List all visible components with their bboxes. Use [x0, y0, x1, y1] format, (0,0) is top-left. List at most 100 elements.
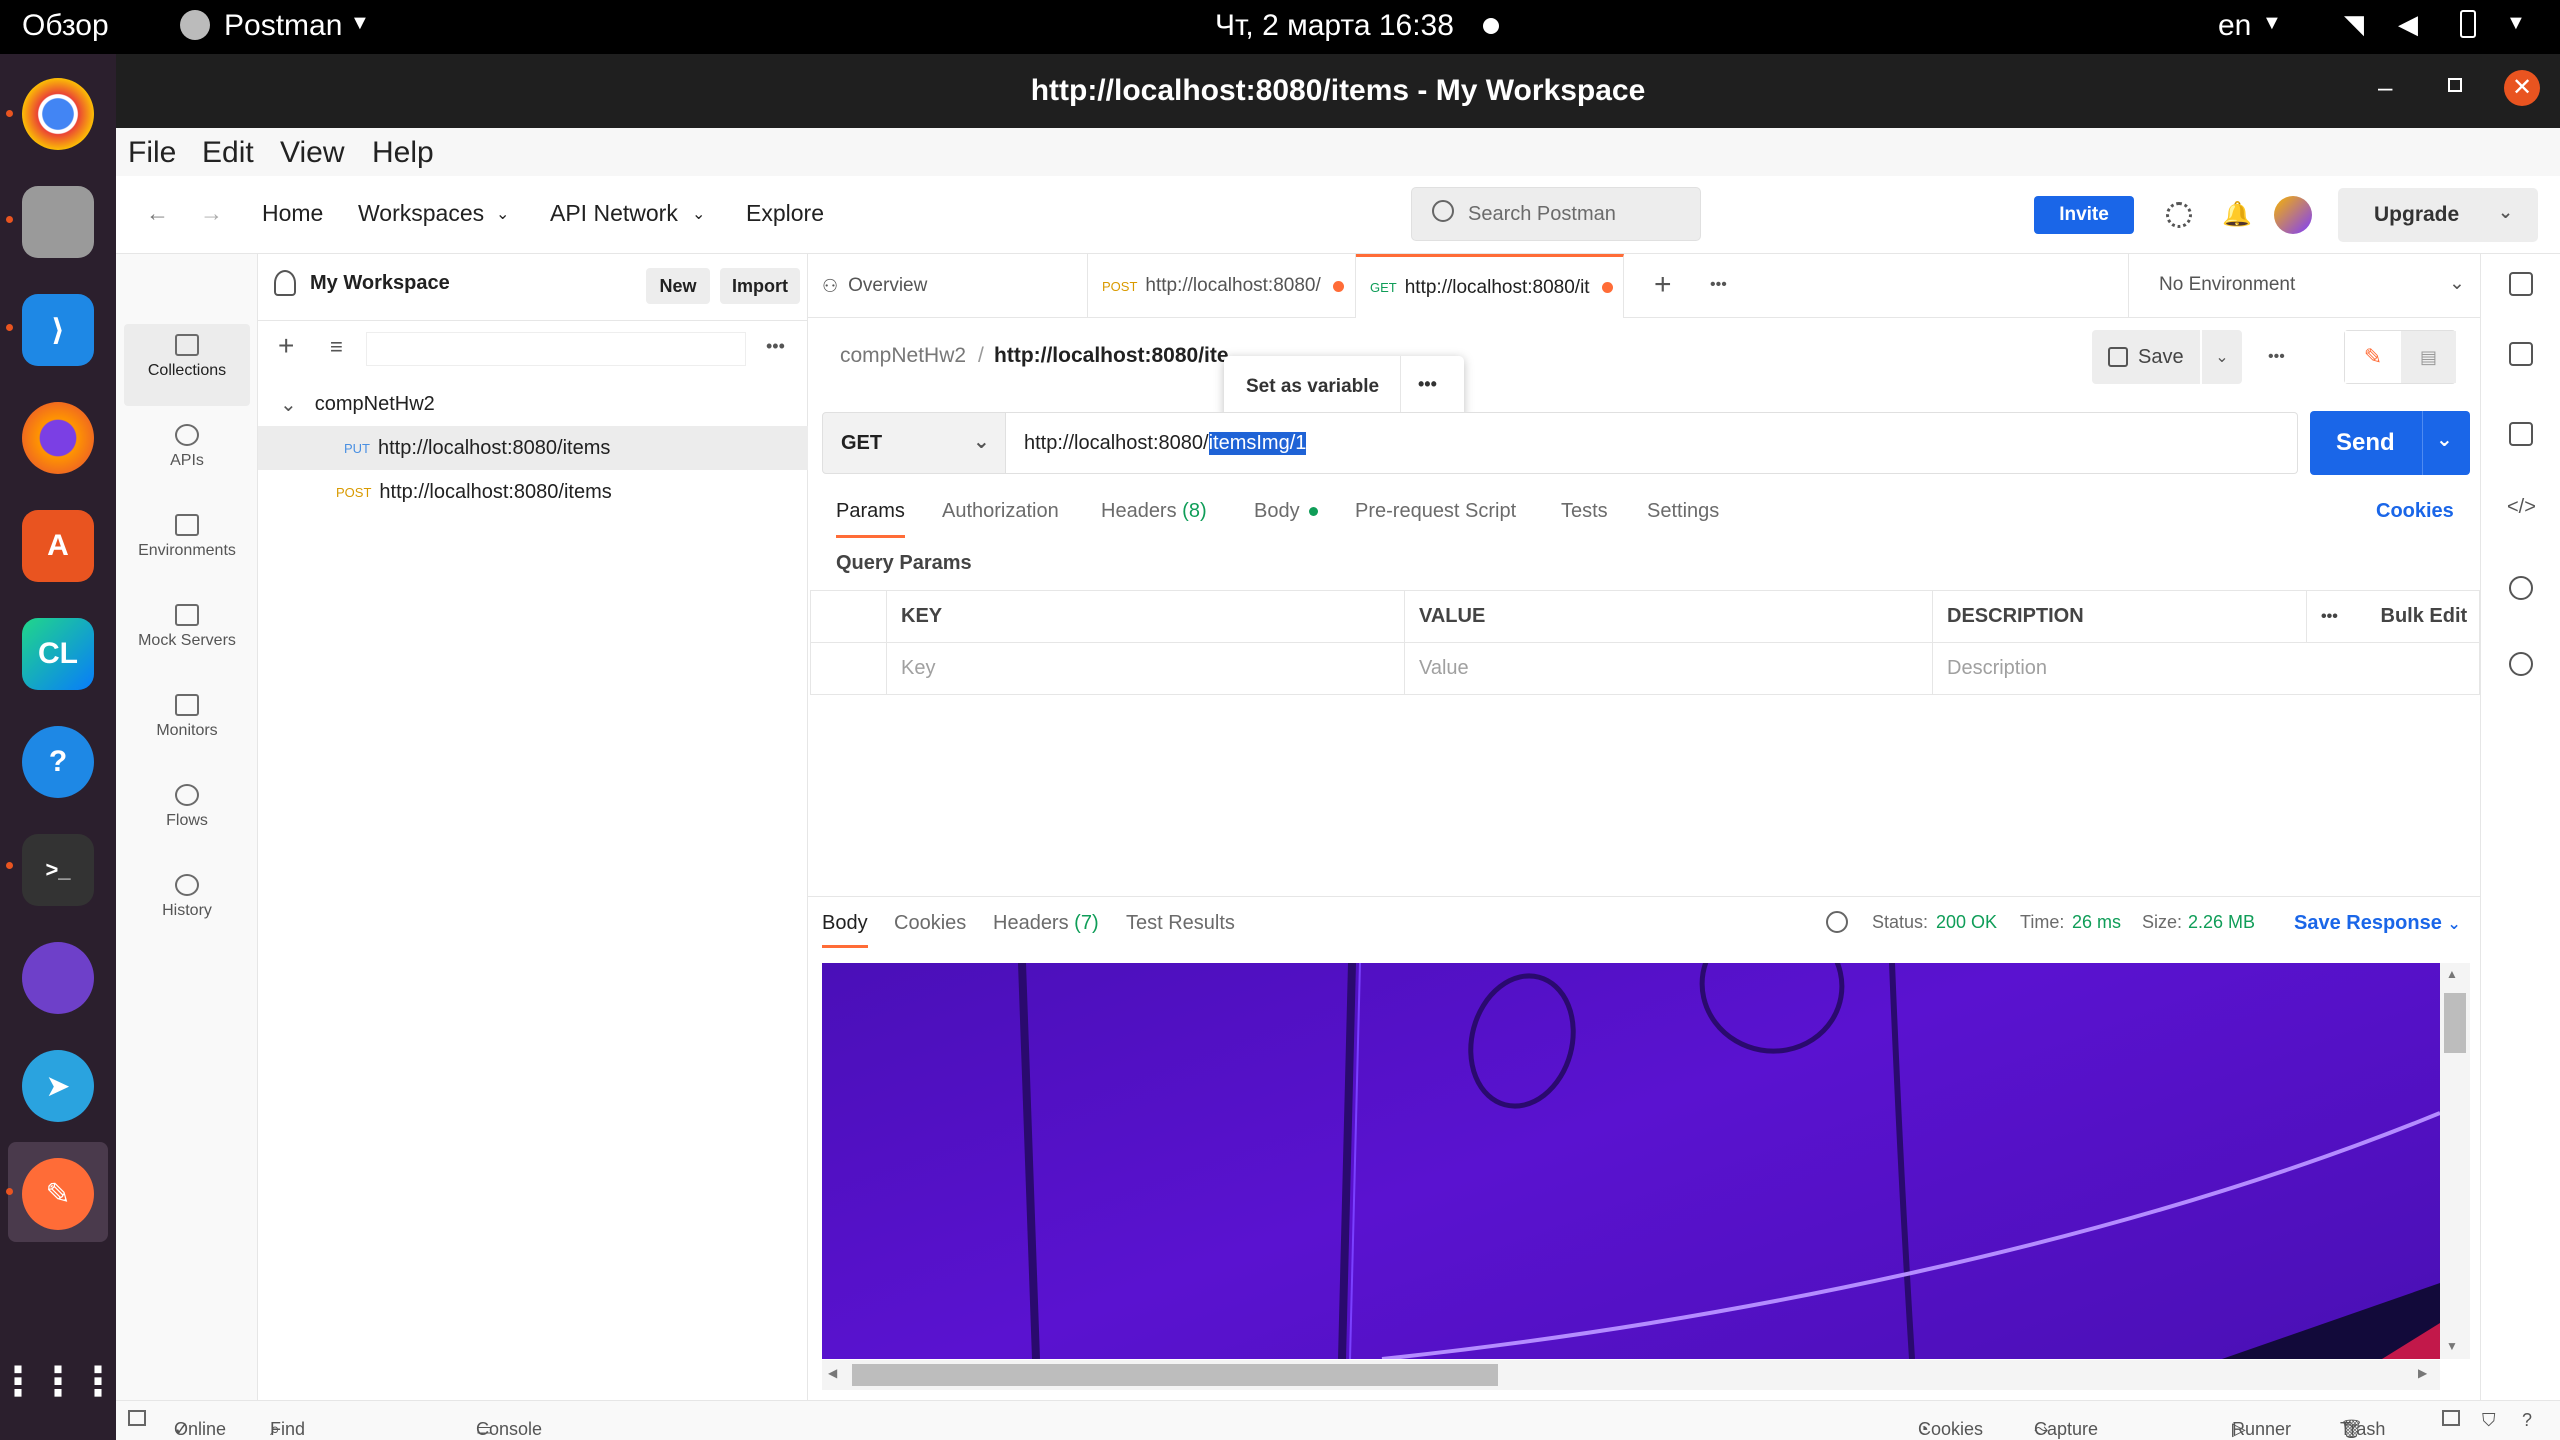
menu-view[interactable]: View	[280, 136, 344, 170]
tab-post-request[interactable]: POST http://localhost:8080/	[1088, 254, 1356, 318]
system-menu-chevron-icon[interactable]: ▼	[2506, 12, 2526, 35]
collection-row[interactable]: ⌄ compNetHw2	[258, 382, 808, 426]
request-item-post[interactable]: POST http://localhost:8080/items	[258, 470, 808, 514]
files-icon[interactable]	[22, 186, 94, 258]
battery-icon[interactable]	[2460, 10, 2476, 38]
lightbulb-icon[interactable]	[2509, 576, 2533, 600]
comment-icon[interactable]: ▤	[2401, 331, 2456, 383]
scroll-left-icon[interactable]: ◀	[828, 1366, 837, 1380]
show-applications-icon[interactable]: ⋮⋮⋮	[0, 1346, 118, 1418]
globe-icon[interactable]	[1826, 911, 1848, 933]
vscode-icon[interactable]: ⟩	[22, 294, 94, 366]
key-input[interactable]: Key	[886, 642, 1405, 695]
minimize-icon[interactable]: –	[2378, 72, 2392, 103]
telegram-icon[interactable]: ➤	[22, 1050, 94, 1122]
rail-apis[interactable]: APIs	[124, 414, 250, 496]
code-icon[interactable]: </>	[2507, 496, 2536, 519]
search-input[interactable]: Search Postman	[1411, 187, 1701, 241]
rail-environments[interactable]: Environments	[124, 504, 250, 586]
back-arrow-icon[interactable]: ←	[146, 200, 169, 227]
filter-input[interactable]	[366, 332, 746, 366]
clock[interactable]: Чт, 2 марта 16:38	[1215, 9, 1454, 43]
edit-pencil-icon[interactable]: ✎	[2345, 331, 2401, 383]
size-value[interactable]: 2.26 MB	[2188, 912, 2255, 933]
nav-home[interactable]: Home	[262, 200, 323, 227]
wifi-icon[interactable]: ◥	[2344, 9, 2364, 40]
more-options-icon[interactable]: •••	[2268, 348, 2285, 366]
notifications-bell-icon[interactable]: 🔔	[2222, 200, 2252, 229]
more-options-icon[interactable]: •••	[766, 336, 785, 357]
menu-help[interactable]: Help	[372, 136, 434, 170]
time-value[interactable]: 26 ms	[2072, 912, 2121, 933]
breadcrumb-collection[interactable]: compNetHw2	[840, 344, 966, 368]
activities-button[interactable]: Обзор	[22, 9, 109, 43]
avatar[interactable]	[2274, 196, 2312, 234]
method-select[interactable]: GET ⌄	[822, 412, 1006, 474]
workspace-name[interactable]: My Workspace	[310, 272, 450, 295]
help-icon[interactable]: ?	[2522, 1410, 2532, 1431]
breadcrumb-request-name[interactable]: http://localhost:8080/ite	[994, 344, 1229, 368]
chevron-down-icon[interactable]: ⌄	[2436, 427, 2453, 452]
nav-explore[interactable]: Explore	[746, 200, 824, 227]
save-response-button[interactable]: Save Response ⌄	[2294, 912, 2461, 935]
scrollbar-thumb[interactable]	[852, 1364, 1498, 1386]
environment-quick-look-icon[interactable]	[2509, 272, 2533, 296]
scroll-up-icon[interactable]: ▲	[2446, 967, 2458, 981]
more-options-icon[interactable]: •••	[2306, 590, 2367, 643]
chevron-down-icon[interactable]: ⌄	[2498, 202, 2513, 223]
terminal-icon[interactable]: >_	[22, 834, 94, 906]
documentation-icon[interactable]	[2509, 342, 2533, 366]
language-indicator[interactable]: en	[2218, 9, 2251, 43]
cookies-link[interactable]: Cookies	[2376, 500, 2454, 523]
chrome-icon[interactable]	[22, 78, 94, 150]
send-button[interactable]: Send ⌄	[2310, 411, 2470, 475]
settings-gear-icon[interactable]	[2166, 202, 2192, 228]
new-tab-icon[interactable]: +	[1654, 268, 1672, 302]
pane-divider[interactable]	[808, 896, 2480, 897]
menu-file[interactable]: File	[128, 136, 176, 170]
close-icon[interactable]: ✕	[2504, 70, 2540, 106]
more-tabs-icon[interactable]: •••	[1710, 276, 1727, 294]
tab-settings[interactable]: Settings	[1647, 500, 1719, 523]
tab-pre-request-script[interactable]: Pre-request Script	[1355, 500, 1516, 523]
save-options-chevron-icon[interactable]: ⌄	[2202, 330, 2242, 384]
description-input[interactable]: Description	[1932, 642, 2480, 695]
value-input[interactable]: Value	[1404, 642, 1933, 695]
scroll-down-icon[interactable]: ▼	[2446, 1339, 2458, 1353]
volume-icon[interactable]: ◀	[2398, 9, 2418, 40]
response-tab-body[interactable]: Body	[822, 912, 868, 948]
menu-edit[interactable]: Edit	[202, 136, 254, 170]
tab-get-request[interactable]: GET http://localhost:8080/it	[1356, 254, 1624, 318]
import-button[interactable]: Import	[720, 268, 800, 304]
new-button[interactable]: New	[646, 268, 710, 304]
rail-collections[interactable]: Collections	[124, 324, 250, 406]
rail-monitors[interactable]: Monitors	[124, 684, 250, 766]
rail-flows[interactable]: Flows	[124, 774, 250, 856]
firefox-icon[interactable]	[22, 402, 94, 474]
postman-dock-icon[interactable]: ✎	[22, 1158, 94, 1230]
tab-authorization[interactable]: Authorization	[942, 500, 1059, 523]
tab-overview[interactable]: ⚇ Overview	[808, 254, 1088, 318]
request-item-put[interactable]: PUT http://localhost:8080/items	[258, 426, 808, 470]
two-pane-icon[interactable]	[2442, 1410, 2460, 1426]
save-button[interactable]: Save	[2092, 330, 2200, 384]
info-icon[interactable]	[2509, 652, 2533, 676]
response-tab-cookies[interactable]: Cookies	[894, 912, 966, 935]
comments-icon[interactable]	[2509, 422, 2533, 446]
nav-api-network[interactable]: API Network	[550, 200, 678, 227]
github-desktop-icon[interactable]	[22, 942, 94, 1014]
clion-icon[interactable]: CL	[22, 618, 94, 690]
tab-tests[interactable]: Tests	[1561, 500, 1608, 523]
scrollbar-thumb[interactable]	[2444, 993, 2466, 1053]
invite-button[interactable]: Invite	[2034, 196, 2134, 234]
filter-icon[interactable]: ≡	[330, 334, 343, 360]
software-center-icon[interactable]: A	[22, 510, 94, 582]
rail-history[interactable]: History	[124, 864, 250, 946]
rail-mock-servers[interactable]: Mock Servers	[124, 594, 250, 676]
nav-workspaces[interactable]: Workspaces	[358, 200, 484, 227]
upgrade-button[interactable]: Upgrade ⌄	[2338, 188, 2538, 242]
app-menu-button[interactable]: Postman	[224, 9, 342, 43]
tab-headers[interactable]: Headers (8)	[1101, 500, 1207, 523]
help-icon[interactable]: ?	[22, 726, 94, 798]
horizontal-scrollbar[interactable]: ◀ ▶	[822, 1360, 2440, 1390]
